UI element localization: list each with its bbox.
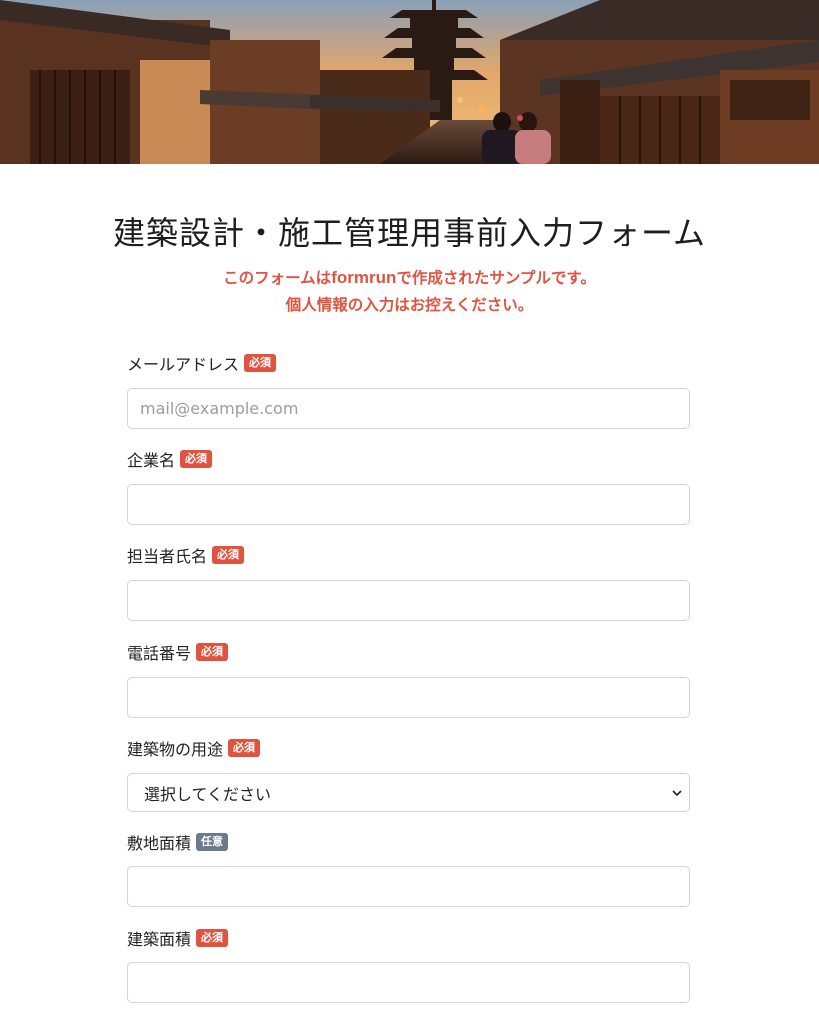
required-badge: 必須: [196, 643, 229, 661]
brand-name: formrun: [331, 268, 397, 287]
chevron-down-icon: [672, 790, 682, 797]
email-field[interactable]: [127, 388, 690, 429]
phone-label: 電話番号 必須: [127, 641, 229, 663]
required-badge: 必須: [196, 929, 229, 947]
building-use-select[interactable]: 選択してください: [127, 773, 690, 812]
optional-badge: 任意: [196, 833, 229, 851]
privacy-notice: 個人情報の入力はお控えください。: [285, 296, 534, 314]
company-field[interactable]: [127, 484, 690, 525]
contact-name-label: 担当者氏名 必須: [127, 544, 245, 566]
building-use-selected: 選択してください: [144, 784, 272, 804]
email-label: メールアドレス 必須: [127, 352, 277, 374]
required-badge: 必須: [228, 739, 261, 757]
site-area-label: 敷地面積 任意: [127, 831, 229, 853]
phone-field[interactable]: [127, 677, 690, 718]
contact-name-field[interactable]: [127, 580, 690, 621]
sample-notice: このフォームはformrunで作成されたサンプルです。: [223, 268, 596, 287]
required-badge: 必須: [180, 450, 213, 468]
site-area-field[interactable]: [127, 866, 690, 907]
building-use-label: 建築物の用途 必須: [127, 737, 261, 759]
hero-image: [0, 0, 819, 164]
building-area-label: 建築面積 必須: [127, 927, 229, 949]
company-label: 企業名 必須: [127, 448, 213, 470]
page-title: 建築設計・施工管理用事前入力フォーム: [112, 214, 707, 252]
required-badge: 必須: [212, 546, 245, 564]
building-area-field[interactable]: [127, 962, 690, 1003]
required-badge: 必須: [244, 354, 277, 372]
